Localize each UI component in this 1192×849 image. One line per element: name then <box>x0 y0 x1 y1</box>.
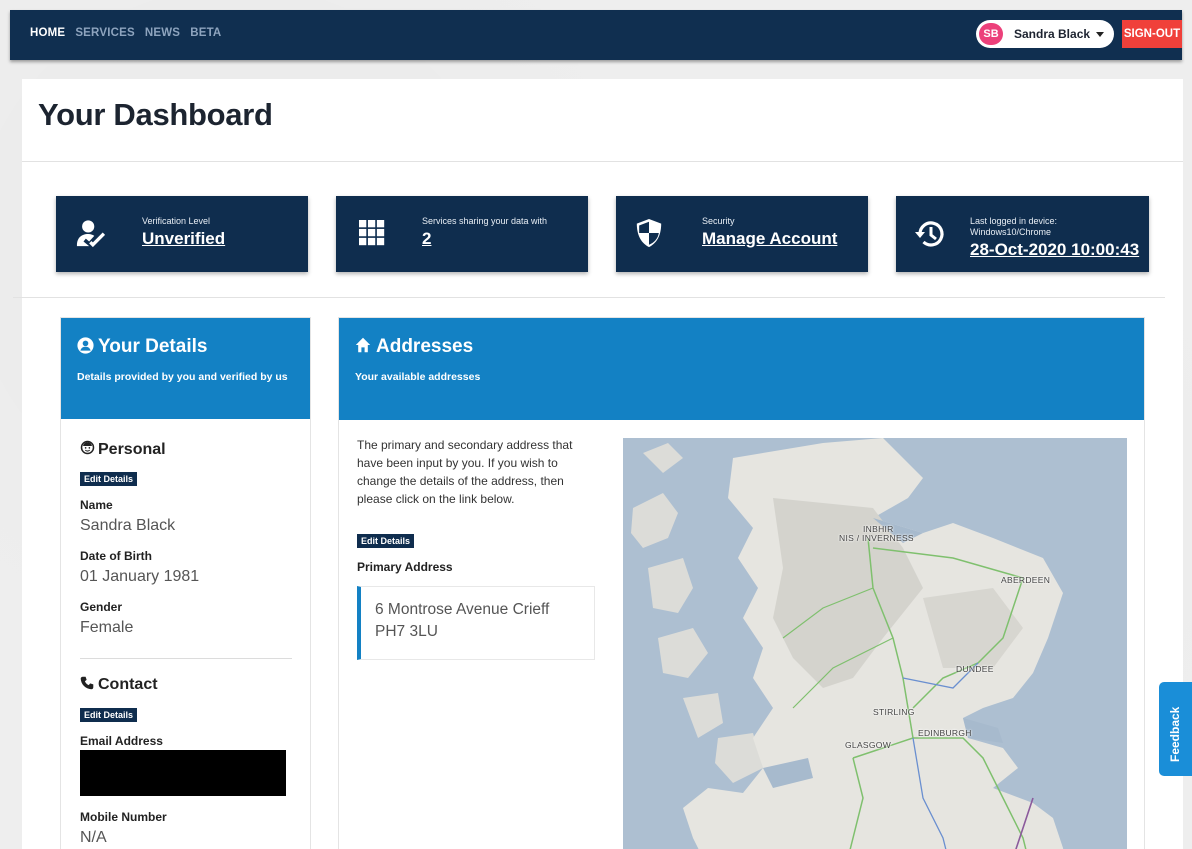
user-circle-icon <box>77 337 94 354</box>
map-label-aberdeen: ABERDEEN <box>1001 575 1051 585</box>
address-line-2: PH7 3LU <box>375 623 438 640</box>
details-subtitle: Details provided by you and verified by … <box>77 371 288 383</box>
addresses-description: The primary and secondary address that h… <box>357 438 573 506</box>
last-login-time-link[interactable]: 28-Oct-2020 10:00:43 <box>970 239 1139 261</box>
map-label-stirling: STIRLING <box>873 707 915 717</box>
mobile-label: Mobile Number <box>80 810 167 824</box>
name-value: Sandra Black <box>80 517 176 534</box>
dob-label: Date of Birth <box>80 549 152 563</box>
user-name: Sandra Black <box>1014 27 1091 41</box>
tile-services: Services sharing your data with 2 <box>336 196 588 272</box>
nav-links: HOME SERVICES NEWS BETA <box>30 27 221 39</box>
services-count-link[interactable]: 2 <box>422 228 431 250</box>
gender-value: Female <box>80 619 134 636</box>
divider <box>22 161 1183 162</box>
tile-label: Services sharing your data with <box>422 216 548 226</box>
addresses-subtitle: Your available addresses <box>355 371 481 383</box>
feedback-label: Feedback <box>1168 706 1182 762</box>
details-title: Your Details <box>77 336 207 358</box>
address-map[interactable]: INBHIR NIS / INVERNESS ABERDEEN DUNDEE S… <box>623 438 1127 849</box>
verification-level-link[interactable]: Unverified <box>142 228 225 250</box>
manage-account-link[interactable]: Manage Account <box>702 228 837 250</box>
personal-title-text: Personal <box>98 441 166 458</box>
address-line-1: 6 Montrose Avenue Crieff <box>375 601 550 618</box>
redacted-email <box>80 750 286 796</box>
edit-contact-button[interactable]: Edit Details <box>80 708 138 722</box>
nav-services[interactable]: SERVICES <box>75 27 135 39</box>
edit-personal-button[interactable]: Edit Details <box>80 472 138 486</box>
edit-address-button[interactable]: Edit Details <box>357 534 415 548</box>
contact-title-text: Contact <box>98 676 158 693</box>
addresses-title-text: Addresses <box>376 336 474 357</box>
addresses-title: Addresses <box>355 336 473 358</box>
tile-label: Verification Level <box>142 216 211 226</box>
caret-down-icon <box>1096 32 1104 37</box>
mobile-value: N/A <box>80 829 107 846</box>
tile-verification: Verification Level Unverified <box>56 196 308 272</box>
user-menu[interactable]: SB Sandra Black <box>976 20 1114 48</box>
tile-label: Last logged in device: <box>970 216 1058 226</box>
tile-label: Security <box>702 216 735 226</box>
primary-address-label: Primary Address <box>357 560 453 574</box>
nav-beta[interactable]: BETA <box>190 27 221 39</box>
addresses-panel: Addresses Your available addresses The p… <box>338 317 1145 849</box>
contact-section-title: Contact <box>80 676 158 694</box>
nav-home[interactable]: HOME <box>30 27 65 39</box>
shield-icon <box>636 218 662 248</box>
details-panel: Your Details Details provided by you and… <box>60 317 311 849</box>
divider <box>13 297 1165 298</box>
tile-last-login: Last logged in device: Windows10/Chrome … <box>896 196 1149 272</box>
details-title-text: Your Details <box>98 336 208 357</box>
avatar: SB <box>979 23 1003 45</box>
tile-security: Security Manage Account <box>616 196 868 272</box>
map-label-glasgow: GLASGOW <box>845 740 892 750</box>
signout-button[interactable]: SIGN-OUT <box>1122 20 1182 48</box>
nav-news[interactable]: NEWS <box>145 27 180 39</box>
dob-value: 01 January 1981 <box>80 568 200 585</box>
primary-address-card: 6 Montrose Avenue Crieff PH7 3LU <box>357 586 595 660</box>
home-icon <box>355 337 371 353</box>
top-navbar: HOME SERVICES NEWS BETA SB Sandra Black … <box>10 10 1182 60</box>
personal-section-title: Personal <box>80 440 166 459</box>
map-label-dundee: DUNDEE <box>956 664 994 674</box>
last-login-device: Windows10/Chrome <box>970 227 1052 237</box>
phone-icon <box>80 676 94 690</box>
smile-icon <box>80 440 95 455</box>
history-icon <box>915 221 944 247</box>
email-label: Email Address <box>80 734 163 748</box>
user-check-icon <box>76 220 106 248</box>
addresses-header: Addresses Your available addresses <box>339 318 1144 420</box>
divider <box>80 658 292 659</box>
feedback-button[interactable]: Feedback <box>1159 682 1192 776</box>
gender-label: Gender <box>80 600 123 614</box>
details-header: Your Details Details provided by you and… <box>61 318 310 419</box>
map-graphic <box>623 438 1127 849</box>
grid-icon <box>359 220 385 246</box>
page-title: Your Dashboard <box>38 97 273 132</box>
name-label: Name <box>80 498 113 512</box>
map-label-inverness-en: NIS / INVERNESS <box>839 533 914 543</box>
map-label-edinburgh: EDINBURGH <box>918 728 972 738</box>
dashboard-card: Your Dashboard Verification Level Unveri… <box>13 79 1183 849</box>
